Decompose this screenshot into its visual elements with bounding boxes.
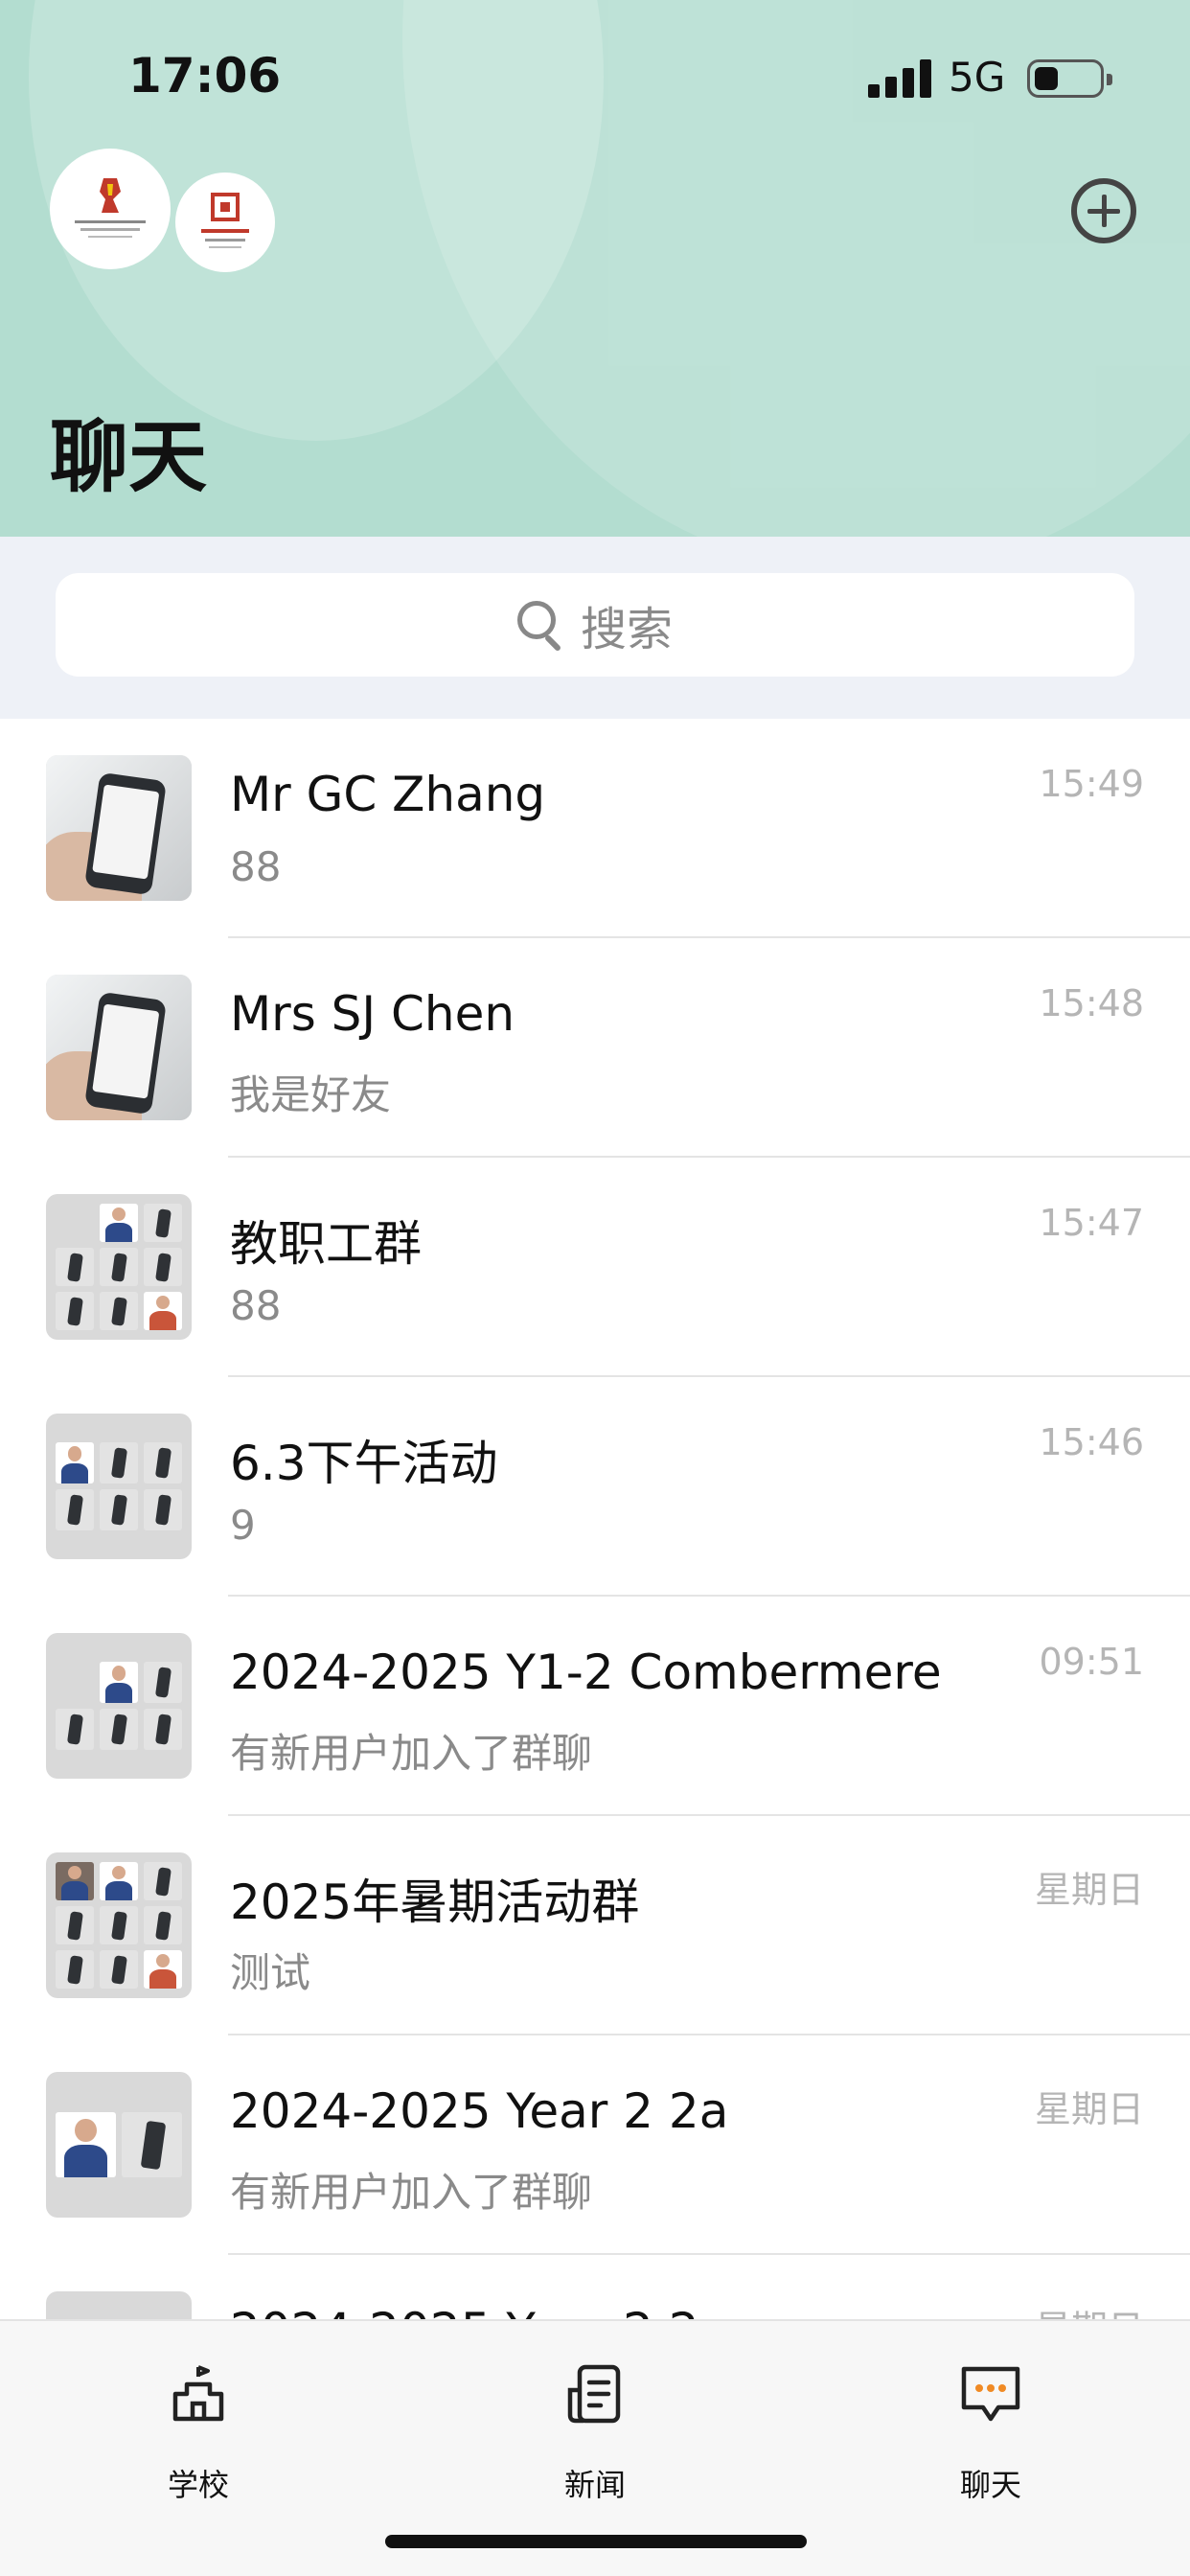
chat-name: Mr GC Zhang xyxy=(230,767,546,822)
tab-news[interactable]: 新闻 xyxy=(490,2340,700,2503)
tab-label: 聊天 xyxy=(959,2467,1021,2503)
battery-icon xyxy=(1027,59,1112,98)
chat-preview: 有新用户加入了群聊 xyxy=(230,1730,593,1777)
chat-list: Mr GC Zhang 88 15:49 Mrs SJ Chen 我是好友 15… xyxy=(0,719,1190,2474)
chat-preview: 88 xyxy=(230,843,282,890)
chat-name: 2025年暑期活动群 xyxy=(230,1874,640,1930)
chat-name: 6.3下午活动 xyxy=(230,1436,498,1491)
chat-item[interactable]: 2024-2025 Y1-2 Combermere 有新用户加入了群聊 09:5… xyxy=(0,1597,1190,1816)
add-chat-button[interactable] xyxy=(1071,178,1136,243)
news-icon xyxy=(567,2364,621,2424)
chat-time: 15:46 xyxy=(1039,1421,1144,1463)
chat-time: 15:49 xyxy=(1039,763,1144,805)
partner-logo[interactable] xyxy=(175,172,275,272)
chat-time: 星期日 xyxy=(1034,2088,1144,2130)
search-input[interactable]: 搜索 xyxy=(56,573,1134,677)
chat-item[interactable]: 教职工群 88 15:47 xyxy=(0,1158,1190,1377)
chat-item[interactable]: 2024-2025 Year 2 2a 有新用户加入了群聊 星期日 xyxy=(0,2036,1190,2255)
group-avatar xyxy=(46,1194,192,1340)
chat-time: 09:51 xyxy=(1039,1641,1144,1683)
chat-preview: 我是好友 xyxy=(230,1071,392,1118)
tab-school[interactable]: 学校 xyxy=(93,2340,304,2503)
chat-time: 15:48 xyxy=(1039,982,1144,1024)
tab-chat[interactable]: 聊天 xyxy=(885,2340,1096,2503)
network-label: 5G xyxy=(949,54,1006,101)
header: 17:06 5G 聊天 xyxy=(0,0,1190,537)
avatar xyxy=(46,975,192,1120)
chat-preview: 有新用户加入了群聊 xyxy=(230,2169,593,2216)
group-avatar xyxy=(46,1414,192,1559)
chat-preview: 9 xyxy=(230,1502,256,1549)
chat-item[interactable]: 2025年暑期活动群 测试 星期日 xyxy=(0,1816,1190,2036)
tab-label: 学校 xyxy=(167,2467,229,2503)
chat-preview: 测试 xyxy=(230,1949,311,1996)
avatar xyxy=(46,755,192,901)
chat-item[interactable]: 6.3下午活动 9 15:46 xyxy=(0,1377,1190,1597)
group-avatar xyxy=(46,1633,192,1779)
status-bar: 17:06 5G xyxy=(0,0,1190,153)
home-indicator xyxy=(385,2535,807,2548)
chat-name: 2024-2025 Year 2 2a xyxy=(230,2083,729,2139)
chat-name: 2024-2025 Y1-2 Combermere xyxy=(230,1644,942,1700)
search-icon xyxy=(516,601,565,653)
group-avatar xyxy=(46,2072,192,2218)
school-icon xyxy=(172,2365,224,2422)
chat-name: 教职工群 xyxy=(230,1216,422,1272)
tab-label: 新闻 xyxy=(563,2467,626,2503)
chat-item[interactable]: Mrs SJ Chen 我是好友 15:48 xyxy=(0,938,1190,1158)
status-time: 17:06 xyxy=(128,48,282,104)
chat-time: 15:47 xyxy=(1039,1202,1144,1244)
group-avatar xyxy=(46,1852,192,1998)
chat-item[interactable]: Mr GC Zhang 88 15:49 xyxy=(0,719,1190,938)
chat-time: 星期日 xyxy=(1034,1869,1144,1911)
page-title: 聊天 xyxy=(50,412,208,503)
school-logo[interactable] xyxy=(50,149,171,269)
chat-icon xyxy=(961,2366,1020,2422)
search-area: 搜索 xyxy=(0,537,1190,719)
signal-icon xyxy=(868,59,933,98)
chat-preview: 88 xyxy=(230,1282,282,1329)
chat-name: Mrs SJ Chen xyxy=(230,986,515,1042)
search-placeholder: 搜索 xyxy=(580,603,673,656)
